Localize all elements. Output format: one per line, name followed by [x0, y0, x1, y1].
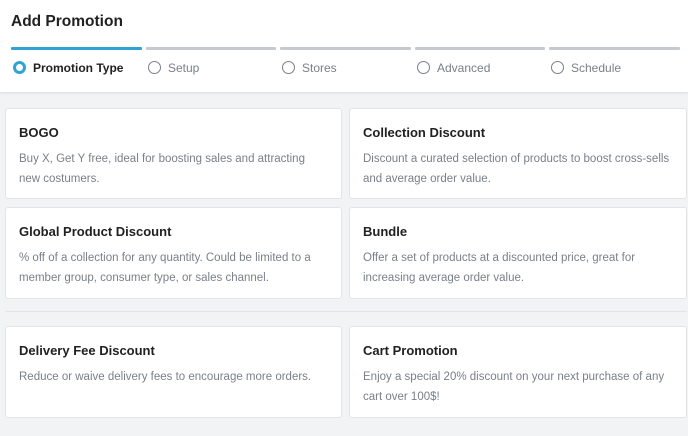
step-radio-icon	[551, 61, 564, 74]
card-title: Cart Promotion	[363, 343, 458, 358]
promo-card-bundle[interactable]: Bundle Offer a set of products at a disc…	[349, 207, 687, 299]
step-progress-bar	[549, 47, 680, 50]
step-radio-icon	[148, 61, 161, 74]
card-title: Collection Discount	[363, 125, 486, 140]
step-setup[interactable]: Setup	[146, 47, 276, 79]
step-label: Advanced	[437, 61, 491, 75]
card-title: BOGO	[19, 125, 59, 140]
step-progress-bar	[11, 47, 142, 50]
promo-card-delivery-fee-discount[interactable]: Delivery Fee Discount Reduce or waive de…	[5, 326, 342, 418]
step-label: Setup	[168, 61, 200, 75]
step-progress-bar	[146, 47, 276, 50]
card-description: % off of a collection for any quantity. …	[19, 252, 311, 284]
step-advanced[interactable]: Advanced	[415, 47, 545, 79]
promo-card-cart-promotion[interactable]: Cart Promotion Enjoy a special 20% disco…	[349, 326, 687, 418]
step-schedule[interactable]: Schedule	[549, 47, 680, 79]
promo-card-global-product-discount[interactable]: Global Product Discount % off of a colle…	[5, 207, 342, 299]
card-title: Delivery Fee Discount	[19, 343, 155, 358]
step-stores[interactable]: Stores	[280, 47, 411, 79]
step-label: Schedule	[571, 61, 622, 75]
card-description: Reduce or waive delivery fees to encoura…	[19, 371, 312, 383]
card-description: Discount a curated selection of products…	[363, 153, 670, 185]
step-radio-icon	[13, 61, 26, 74]
card-title: Bundle	[363, 224, 408, 239]
promo-card-collection-discount[interactable]: Collection Discount Discount a curated s…	[349, 108, 687, 199]
card-description: Buy X, Get Y free, ideal for boosting sa…	[19, 153, 305, 185]
section-divider	[5, 311, 687, 312]
card-description: Offer a set of products at a discounted …	[363, 252, 636, 284]
step-progress-bar	[280, 47, 411, 50]
page-title: Add Promotion	[11, 13, 123, 30]
step-radio-icon	[417, 61, 430, 74]
step-progress-bar	[415, 47, 545, 50]
promo-card-bogo[interactable]: BOGO Buy X, Get Y free, ideal for boosti…	[5, 108, 342, 199]
card-description: Enjoy a special 20% discount on your nex…	[363, 371, 665, 403]
card-title: Global Product Discount	[19, 224, 172, 239]
wizard-header: Add Promotion Promotion Type Setup Store…	[0, 0, 688, 92]
step-promotion-type[interactable]: Promotion Type	[11, 47, 142, 79]
step-label: Promotion Type	[33, 61, 124, 75]
step-radio-icon	[282, 61, 295, 74]
step-label: Stores	[302, 61, 337, 75]
